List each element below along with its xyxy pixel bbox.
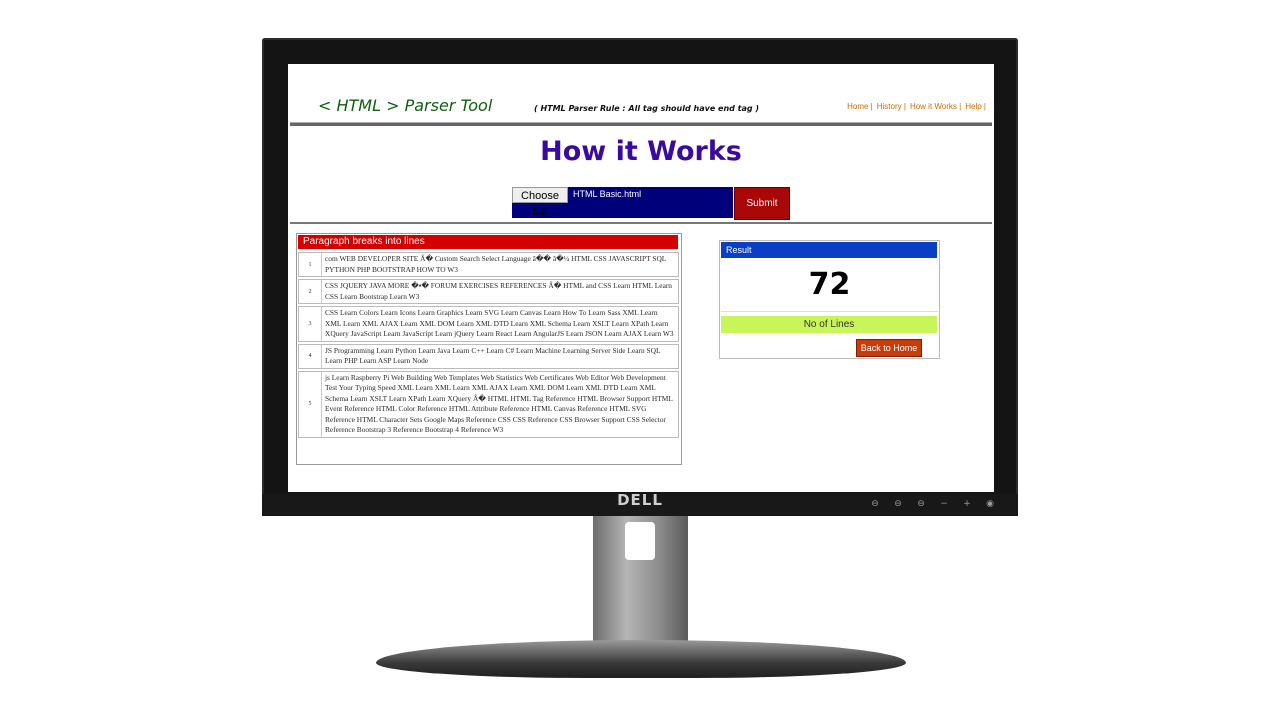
row-text: CSS JQUERY JAVA MORE �▪� FORUM EXERCISES… (325, 281, 673, 301)
result-panel: Result 72 No of Lines Back to Home (719, 240, 940, 359)
table-row: 3 CSS Learn Colors Learn Icons Learn Gra… (298, 306, 679, 342)
monitor-control-icon[interactable]: − (937, 499, 951, 509)
result-heading: Result (721, 242, 937, 258)
monitor-control-icon[interactable]: + (960, 499, 974, 509)
header-divider (290, 122, 992, 126)
result-value: 72 (808, 267, 851, 302)
result-divider (721, 311, 938, 312)
monitor-control-icon[interactable]: ⊖ (914, 499, 928, 509)
stand-cable-hole (625, 522, 655, 560)
table-row: 5 js Learn Raspberry Pi Web Building Web… (298, 370, 679, 438)
selected-file-name: HTML Basic.html (573, 189, 642, 199)
nav-home[interactable]: Home | (847, 102, 873, 111)
row-number: 4 (299, 344, 322, 368)
monitor-stand-base (376, 640, 906, 678)
monitor-control-icon[interactable]: ⊖ (891, 499, 905, 509)
nav-help[interactable]: Help | (965, 102, 986, 111)
table-row: 4 JS Programming Learn Python Learn Java… (298, 343, 679, 369)
monitor-controls: ⊖ ⊖ ⊖ − + ◉ (868, 499, 997, 509)
monitor-control-icon[interactable]: ⊖ (868, 499, 882, 509)
brand-logo: DELL (617, 491, 663, 509)
row-text: js Learn Raspberry Pi Web Building Web T… (325, 372, 673, 435)
paragraph-table-heading: Paragraph breaks into lines (298, 235, 678, 249)
page-title: How it Works (540, 136, 742, 167)
nav-history[interactable]: History | (877, 102, 906, 111)
row-text: JS Programming Learn Python Learn Java L… (325, 345, 661, 366)
row-text: CSS Learn Colors Learn Icons Learn Graph… (325, 308, 674, 338)
table-row: 1 com WEB DEVELOPER SITE Â� Custom Searc… (298, 252, 679, 277)
table-row: 2 CSS JQUERY JAVA MORE �▪� FORUM EXERCIS… (298, 279, 679, 304)
back-to-home-button[interactable]: Back to Home (856, 339, 922, 357)
row-number: 1 (299, 253, 322, 276)
top-nav: Home | History | How it Works | Help | (847, 102, 986, 111)
paragraph-table: Paragraph breaks into lines 1 com WEB DE… (296, 233, 682, 465)
row-number: 2 (299, 280, 322, 303)
screen: < HTML > Parser Tool ( HTML Parser Rule … (288, 64, 994, 492)
file-upload: Choose file HTML Basic.html (512, 187, 733, 218)
row-number: 5 (299, 371, 322, 437)
content-divider (290, 222, 992, 224)
parser-rule-note: ( HTML Parser Rule : All tag should have… (534, 104, 760, 113)
row-number: 3 (299, 307, 322, 341)
choose-file-button[interactable]: Choose file (512, 187, 568, 218)
app-title: < HTML > Parser Tool (318, 96, 493, 115)
submit-button[interactable]: Submit (734, 187, 790, 220)
result-label: No of Lines (721, 316, 937, 333)
row-text: com WEB DEVELOPER SITE Â� Custom Search … (325, 254, 667, 274)
nav-how-it-works[interactable]: How it Works | (910, 102, 961, 111)
power-icon[interactable]: ◉ (983, 499, 997, 509)
